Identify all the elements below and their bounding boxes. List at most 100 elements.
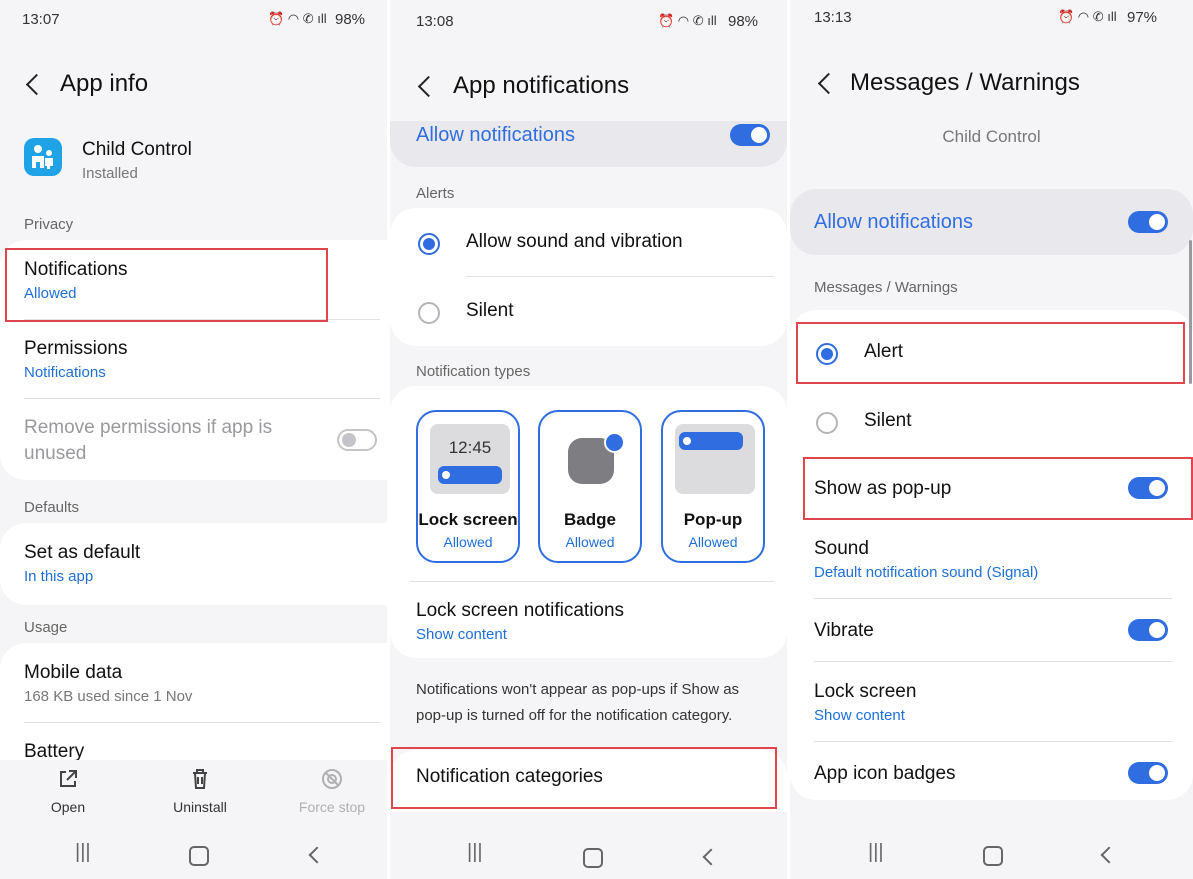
sound-value: Default notification sound (Signal) bbox=[814, 564, 1039, 581]
badge-type-card[interactable]: Badge Allowed bbox=[538, 410, 642, 563]
set-default-label: Set as default bbox=[24, 542, 141, 563]
back-icon[interactable] bbox=[817, 72, 840, 95]
home-icon[interactable] bbox=[983, 846, 1003, 866]
sound-vibration-label[interactable]: Allow sound and vibration bbox=[466, 231, 683, 253]
permissions-row[interactable] bbox=[0, 325, 387, 395]
app-info-screen: 13:07 ⏰ ◠ ✆ ıll 98% App info Child Contr… bbox=[0, 0, 387, 879]
status-time: 13:08 bbox=[416, 13, 454, 30]
lock-screen-label: Lock screen bbox=[814, 681, 917, 702]
uninstall-button[interactable]: Uninstall bbox=[162, 766, 238, 818]
highlight-alert bbox=[796, 322, 1185, 384]
silent-radio[interactable] bbox=[816, 412, 838, 434]
status-icons: ⏰ ◠ ✆ ıll bbox=[268, 11, 327, 26]
uninstall-label: Uninstall bbox=[173, 799, 227, 815]
page-title: Messages / Warnings bbox=[850, 69, 1080, 96]
page-title: App notifications bbox=[453, 72, 630, 99]
divider bbox=[466, 276, 774, 277]
allow-notifications-toggle[interactable] bbox=[1128, 211, 1168, 233]
preview-time: 12:45 bbox=[448, 438, 492, 457]
section-privacy: Privacy bbox=[24, 216, 74, 233]
status-time: 13:07 bbox=[22, 11, 60, 28]
alerts-card bbox=[390, 208, 787, 346]
allow-notifications-label: Allow notifications bbox=[814, 211, 973, 233]
info-text-2: pop-up is turned off for the notificatio… bbox=[416, 707, 733, 724]
open-label: Open bbox=[50, 799, 86, 815]
silent-label[interactable]: Silent bbox=[466, 300, 514, 322]
silent-label[interactable]: Silent bbox=[864, 410, 912, 432]
app-icon-badges-toggle[interactable] bbox=[1128, 762, 1168, 784]
popup-type-label: Pop-up bbox=[683, 510, 743, 529]
popup-type-value: Allowed bbox=[688, 534, 738, 550]
highlight-notifications bbox=[5, 248, 328, 322]
remove-permissions-label-2: unused bbox=[24, 443, 87, 464]
lock-screen-value: Show content bbox=[814, 707, 905, 724]
highlight-notification-categories bbox=[391, 747, 777, 809]
back-icon[interactable] bbox=[417, 75, 440, 98]
permissions-label: Permissions bbox=[24, 338, 128, 359]
badge-type-value: Allowed bbox=[565, 534, 615, 550]
category-settings-screen: 13:13 ⏰ ◠ ✆ ıll 97% Messages / Warnings … bbox=[790, 0, 1193, 879]
app-name: Child Control bbox=[82, 139, 192, 160]
badge-type-label: Badge bbox=[564, 510, 616, 529]
app-status: Installed bbox=[82, 165, 138, 182]
app-notifications-screen: 13:08 ⏰ ◠ ✆ ıll 98% App notifications Al… bbox=[390, 0, 787, 879]
divider bbox=[24, 398, 380, 399]
open-button[interactable]: Open bbox=[30, 766, 106, 818]
recents-icon[interactable]: ||| bbox=[75, 841, 91, 864]
divider bbox=[814, 661, 1172, 662]
scrollbar[interactable] bbox=[1189, 240, 1192, 384]
lock-screen-preview: 12:45 bbox=[430, 424, 510, 494]
vibrate-toggle[interactable] bbox=[1128, 619, 1168, 641]
app-icon-badges-label: App icon badges bbox=[814, 763, 956, 784]
divider bbox=[814, 598, 1172, 599]
section-category: Messages / Warnings bbox=[814, 279, 958, 296]
popup-type-card[interactable]: Pop-up Allowed bbox=[661, 410, 765, 563]
allow-notifications-toggle[interactable] bbox=[730, 124, 770, 146]
sound-vibration-radio[interactable] bbox=[418, 233, 440, 255]
section-usage: Usage bbox=[24, 619, 68, 636]
battery-level: 97% bbox=[1127, 9, 1158, 26]
remove-permissions-toggle[interactable] bbox=[337, 429, 377, 451]
lock-screen-type-card[interactable]: 12:45 Lock screen Allowed bbox=[416, 410, 520, 563]
home-icon[interactable] bbox=[189, 846, 209, 866]
preview-popup-bar bbox=[679, 432, 743, 450]
status-time: 13:13 bbox=[814, 9, 852, 26]
nav-back-icon[interactable] bbox=[702, 848, 720, 866]
divider bbox=[814, 741, 1172, 742]
highlight-show-popup bbox=[803, 457, 1193, 520]
divider bbox=[24, 722, 380, 723]
silent-radio[interactable] bbox=[418, 302, 440, 324]
battery-level: 98% bbox=[335, 11, 366, 28]
popup-preview bbox=[675, 424, 755, 494]
recents-icon[interactable]: ||| bbox=[868, 841, 884, 864]
lock-screen-type-label: Lock screen bbox=[418, 510, 518, 529]
nav-back-icon[interactable] bbox=[1100, 846, 1118, 864]
lock-screen-notifications-label: Lock screen notifications bbox=[416, 600, 625, 621]
mobile-data-value: 168 KB used since 1 Nov bbox=[24, 688, 193, 705]
home-icon[interactable] bbox=[583, 848, 603, 868]
status-icons: ⏰ ◠ ✆ ıll bbox=[1058, 9, 1117, 24]
force-stop-button[interactable]: Force stop bbox=[294, 766, 370, 818]
vibrate-label: Vibrate bbox=[814, 620, 874, 641]
trash-icon bbox=[193, 769, 207, 789]
remove-permissions-label-1: Remove permissions if app is bbox=[24, 417, 273, 438]
permissions-value: Notifications bbox=[24, 364, 106, 381]
set-default-row[interactable] bbox=[0, 523, 387, 605]
section-notification-types: Notification types bbox=[416, 363, 531, 380]
badge-dot bbox=[604, 432, 625, 453]
info-text-1: Notifications won't appear as pop-ups if… bbox=[416, 681, 740, 698]
force-stop-icon bbox=[322, 769, 342, 789]
recents-icon[interactable]: ||| bbox=[467, 841, 483, 864]
section-alerts: Alerts bbox=[416, 185, 455, 202]
page-subtitle: Child Control bbox=[942, 127, 1041, 146]
page-title: App info bbox=[60, 70, 149, 97]
sound-label: Sound bbox=[814, 538, 869, 559]
preview-bar bbox=[438, 466, 502, 484]
open-icon bbox=[60, 770, 77, 787]
lock-screen-notifications-value: Show content bbox=[416, 626, 507, 643]
section-defaults: Defaults bbox=[24, 499, 80, 516]
force-stop-label: Force stop bbox=[298, 799, 366, 815]
back-icon[interactable] bbox=[25, 73, 48, 96]
child-control-app-icon bbox=[24, 138, 62, 176]
allow-notifications-label: Allow notifications bbox=[416, 124, 575, 146]
